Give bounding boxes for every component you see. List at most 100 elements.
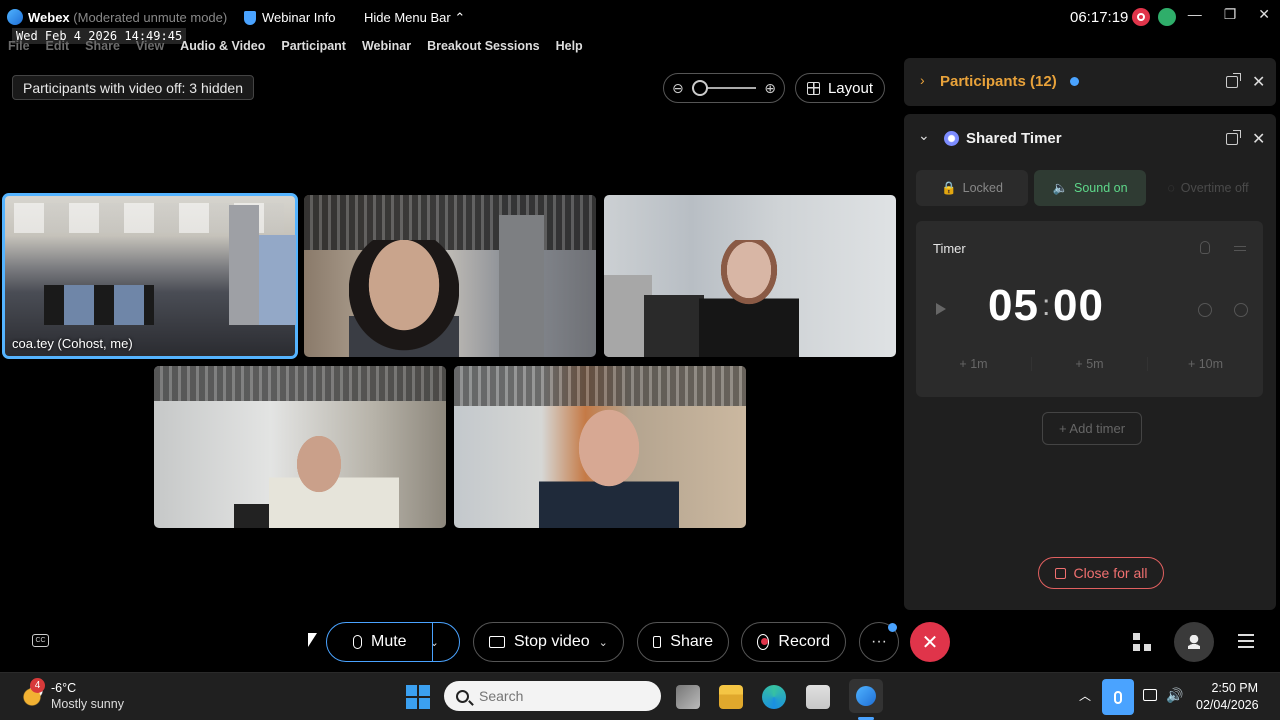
zoom-out-icon[interactable]: ⊖ <box>672 80 684 97</box>
menu-help[interactable]: Help <box>556 39 583 53</box>
menu-audio-video[interactable]: Audio & Video <box>180 39 265 53</box>
timer-app-icon <box>944 131 959 146</box>
participant-video <box>269 436 399 528</box>
taskbar-time[interactable]: 2:50 PM <box>1196 681 1258 695</box>
network-health-icon[interactable] <box>1158 8 1176 26</box>
hand-icon[interactable] <box>1200 241 1210 254</box>
overtime-icon: ◌ <box>1167 181 1175 195</box>
leave-meeting-button[interactable]: ✕ <box>910 622 950 662</box>
close-window-button[interactable]: ✕ <box>1258 6 1270 23</box>
participant-video <box>349 240 459 357</box>
chevron-up-icon: ⌃ <box>454 10 466 25</box>
participant-name-label: coa.tey (Cohost, me) <box>12 336 133 351</box>
volume-icon[interactable]: 🔊 <box>1166 687 1183 704</box>
play-icon[interactable] <box>936 303 946 315</box>
locked-toggle[interactable]: 🔒 Locked <box>916 170 1028 206</box>
weather-temperature[interactable]: -6°C <box>51 681 76 695</box>
search-icon <box>456 689 469 703</box>
shared-timer-title: Shared Timer <box>966 130 1062 147</box>
task-view-icon[interactable] <box>676 685 700 709</box>
mouse-cursor-icon <box>308 633 317 647</box>
video-tile-4[interactable] <box>154 366 446 528</box>
add-10m-button[interactable]: + 10m <box>1148 357 1263 371</box>
menu-participant[interactable]: Participant <box>281 39 346 53</box>
title-bar: Webex (Moderated unmute mode) Webinar In… <box>0 0 1280 34</box>
panel-list-icon[interactable] <box>1238 634 1254 648</box>
microphone-in-use-icon[interactable] <box>1102 679 1134 715</box>
recording-indicator-icon[interactable] <box>1132 8 1150 26</box>
menu-webinar[interactable]: Webinar <box>362 39 411 53</box>
stop-icon <box>1054 567 1066 579</box>
zoom-in-icon[interactable]: ⊕ <box>764 80 776 97</box>
close-participants-icon[interactable]: ✕ <box>1252 72 1265 92</box>
mute-button[interactable]: Mute ⌄ <box>326 622 460 662</box>
network-icon[interactable] <box>1143 689 1157 701</box>
windows-start-icon[interactable] <box>406 685 430 709</box>
close-for-all-button[interactable]: Close for all <box>1038 557 1164 589</box>
lock-icon: 🔒 <box>941 180 957 195</box>
video-tile-5[interactable] <box>454 366 746 528</box>
chevron-right-icon[interactable]: › <box>920 72 925 88</box>
participant-video <box>699 240 799 357</box>
participants-title: Participants (12) <box>940 73 1057 90</box>
share-button[interactable]: Share <box>637 622 729 662</box>
close-timer-icon[interactable]: ✕ <box>1252 129 1265 149</box>
participants-panel-header[interactable]: › Participants (12) ✕ <box>904 58 1276 106</box>
video-tile-3[interactable] <box>604 195 896 357</box>
search-input[interactable] <box>479 688 639 704</box>
pop-out-icon[interactable] <box>1226 130 1241 145</box>
captions-icon[interactable]: CC <box>32 634 49 647</box>
drag-handle-icon[interactable] <box>1234 246 1246 251</box>
camera-icon <box>489 636 505 648</box>
chevron-down-icon[interactable]: ⌄ <box>918 127 930 144</box>
zoom-slider-knob[interactable] <box>691 80 708 96</box>
speaker-icon: 🔈 <box>1052 180 1069 195</box>
weather-badge: 4 <box>30 678 45 693</box>
webex-logo-icon <box>7 9 23 25</box>
shared-timer-panel: ⌄ Shared Timer ✕ 🔒 Locked 🔈 Sound on ◌ Over… <box>904 114 1276 610</box>
restart-icon[interactable] <box>1234 303 1248 317</box>
audio-options-chevron-icon[interactable]: ⌄ <box>430 636 439 649</box>
hidden-participants-note[interactable]: Participants with video off: 3 hidden <box>12 75 254 100</box>
microphone-icon <box>353 635 362 649</box>
store-icon[interactable] <box>806 685 830 709</box>
window-controls: — ❐ ✕ <box>1188 6 1270 23</box>
participants-button[interactable] <box>1174 622 1214 662</box>
participant-video <box>539 406 679 528</box>
timer-seconds: 00 <box>1053 281 1104 330</box>
notification-dot <box>1070 77 1079 86</box>
add-5m-button[interactable]: + 5m <box>1032 357 1148 371</box>
stop-video-button[interactable]: Stop video ⌄ <box>473 622 624 662</box>
edge-browser-icon[interactable] <box>762 685 786 709</box>
video-tile-2[interactable] <box>304 195 596 357</box>
menu-file[interactable]: File <box>8 39 30 53</box>
sound-toggle[interactable]: 🔈 Sound on <box>1034 170 1146 206</box>
webinar-info-button[interactable]: Webinar Info <box>244 10 335 25</box>
file-explorer-icon[interactable] <box>719 685 743 709</box>
add-1m-button[interactable]: + 1m <box>916 357 1032 371</box>
restore-button[interactable]: ❐ <box>1224 6 1237 23</box>
taskbar-date[interactable]: 02/04/2026 <box>1196 698 1259 712</box>
menu-breakout-sessions[interactable]: Breakout Sessions <box>427 39 540 53</box>
timer-colon: : <box>1042 289 1051 322</box>
apps-icon[interactable] <box>1133 633 1151 651</box>
menu-edit[interactable]: Edit <box>46 39 70 53</box>
webex-taskbar-icon[interactable] <box>849 679 883 713</box>
record-button[interactable]: Record <box>741 622 846 662</box>
minimize-button[interactable]: — <box>1188 6 1202 23</box>
weather-description[interactable]: Mostly sunny <box>51 697 124 711</box>
video-options-chevron-icon[interactable]: ⌄ <box>599 636 608 649</box>
zoom-slider[interactable] <box>691 80 757 96</box>
reset-icon[interactable] <box>1198 303 1212 317</box>
taskbar-search[interactable] <box>444 681 661 711</box>
menu-view[interactable]: View <box>136 39 164 53</box>
moderation-mode-label: (Moderated unmute mode) <box>73 10 228 25</box>
overtime-toggle[interactable]: ◌ Overtime off <box>1152 170 1264 206</box>
add-timer-button[interactable]: + Add timer <box>1042 412 1142 445</box>
menu-share[interactable]: Share <box>85 39 120 53</box>
hide-menu-bar-button[interactable]: Hide Menu Bar ⌃ <box>364 10 465 26</box>
pop-out-icon[interactable] <box>1226 73 1241 88</box>
show-hidden-icons-icon[interactable]: ︿ <box>1079 687 1091 704</box>
layout-button[interactable]: Layout <box>795 73 885 103</box>
video-tile-self[interactable]: coa.tey (Cohost, me) <box>2 193 298 359</box>
